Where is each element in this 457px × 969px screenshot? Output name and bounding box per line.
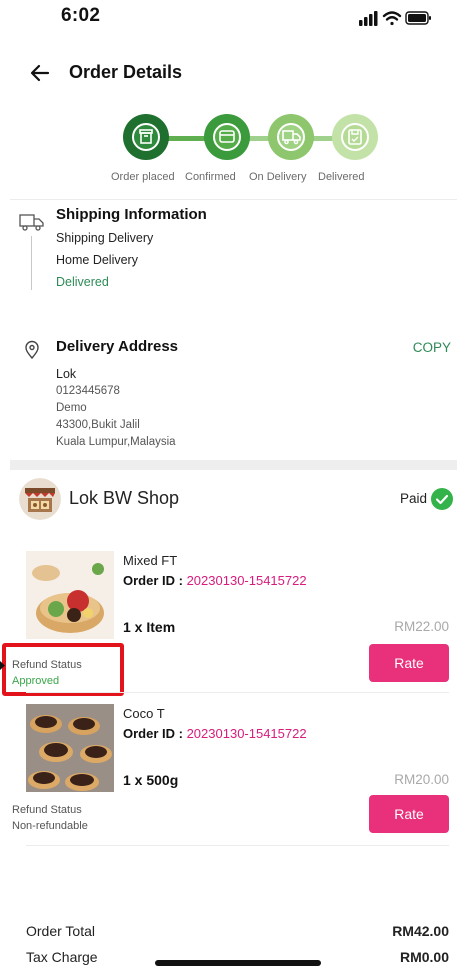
divider	[26, 845, 449, 846]
delivery-address: Delivery Address COPY Lok 0123445678 Dem…	[0, 333, 457, 458]
step-on-delivery	[268, 114, 314, 160]
rate-button[interactable]: Rate	[369, 644, 449, 682]
shipping-title: Shipping Information	[56, 206, 207, 223]
status-bar: 6:02	[0, 0, 457, 38]
order-progress-stepper: Order placed Confirmed On Delivery Deliv…	[0, 108, 457, 192]
pointer-icon	[0, 661, 5, 670]
refund-status-value: Non-refundable	[12, 820, 88, 832]
step-connector	[248, 136, 270, 141]
order-id-value: 20230130-15415722	[186, 573, 307, 588]
delivery-truck-icon	[19, 214, 44, 231]
refund-highlight-box	[2, 643, 124, 696]
card-icon	[219, 130, 235, 143]
refund-status-label: Refund Status	[12, 804, 82, 816]
wifi-icon	[382, 11, 402, 26]
shop-storefront-icon	[19, 478, 61, 520]
divider	[26, 692, 449, 693]
item-price: RM22.00	[394, 619, 449, 634]
step-label-order-placed: Order placed	[111, 171, 175, 183]
copy-address-button[interactable]: COPY	[413, 340, 451, 355]
tax-charge-value: RM0.00	[399, 949, 449, 965]
truck-icon	[282, 130, 301, 145]
recipient-phone: 0123445678	[56, 385, 120, 397]
battery-icon	[405, 11, 431, 25]
box-icon	[139, 129, 153, 144]
header-bar: Order Details	[0, 52, 457, 96]
item-quantity: 1 x Item	[123, 619, 176, 635]
product-name: Mixed FT	[123, 553, 178, 568]
shipping-status: Delivered	[56, 275, 109, 289]
item-price: RM20.00	[394, 772, 449, 787]
product-image[interactable]	[26, 704, 114, 792]
step-label-on-delivery: On Delivery	[249, 171, 307, 183]
shop-name[interactable]: Lok BW Shop	[69, 488, 179, 509]
product-name: Coco T	[123, 706, 165, 721]
shipping-method: Shipping Delivery	[56, 231, 154, 245]
step-connector	[312, 136, 334, 141]
shipping-type: Home Delivery	[56, 253, 138, 267]
order-id-label: Order ID :	[123, 573, 187, 588]
product-image[interactable]	[26, 551, 114, 639]
address-line-1: Demo	[56, 402, 87, 414]
home-indicator[interactable]	[155, 960, 321, 966]
step-connector	[166, 136, 206, 141]
status-icons	[359, 11, 431, 26]
shop-avatar[interactable]	[19, 478, 61, 520]
rate-button[interactable]: Rate	[369, 795, 449, 833]
timeline-line	[31, 236, 32, 290]
shipping-information: Shipping Information Shipping Delivery H…	[0, 200, 457, 310]
back-arrow-icon[interactable]	[28, 60, 54, 86]
page-title: Order Details	[69, 62, 183, 82]
order-id: Order ID : 20230130-15415722	[123, 726, 307, 741]
step-label-delivered: Delivered	[318, 171, 365, 183]
tax-charge-label: Tax Charge	[26, 949, 98, 965]
order-id-label: Order ID :	[123, 726, 187, 741]
step-delivered	[332, 114, 378, 160]
address-title: Delivery Address	[56, 338, 179, 355]
order-total-value: RM42.00	[392, 923, 449, 939]
address-line-3: Kuala Lumpur,Malaysia	[56, 436, 176, 448]
paid-check-icon	[431, 488, 453, 510]
order-item: Coco T Order ID : 20230130-15415722 1 x …	[0, 704, 457, 844]
order-total-label: Order Total	[26, 923, 95, 939]
section-divider	[10, 460, 457, 470]
location-pin-icon	[25, 340, 39, 360]
recipient-name: Lok	[56, 367, 77, 381]
address-line-2: 43300,Bukit Jalil	[56, 419, 140, 431]
order-id: Order ID : 20230130-15415722	[123, 573, 307, 588]
status-time: 6:02	[61, 5, 101, 26]
item-quantity: 1 x 500g	[123, 772, 179, 788]
step-order-placed	[123, 114, 169, 160]
payment-status: Paid	[399, 491, 427, 506]
package-icon	[348, 129, 362, 145]
order-id-value: 20230130-15415722	[186, 726, 307, 741]
shop-header: Lok BW Shop Paid	[0, 476, 457, 526]
signal-icon	[359, 11, 378, 26]
step-confirmed	[204, 114, 250, 160]
step-label-confirmed: Confirmed	[185, 171, 236, 183]
